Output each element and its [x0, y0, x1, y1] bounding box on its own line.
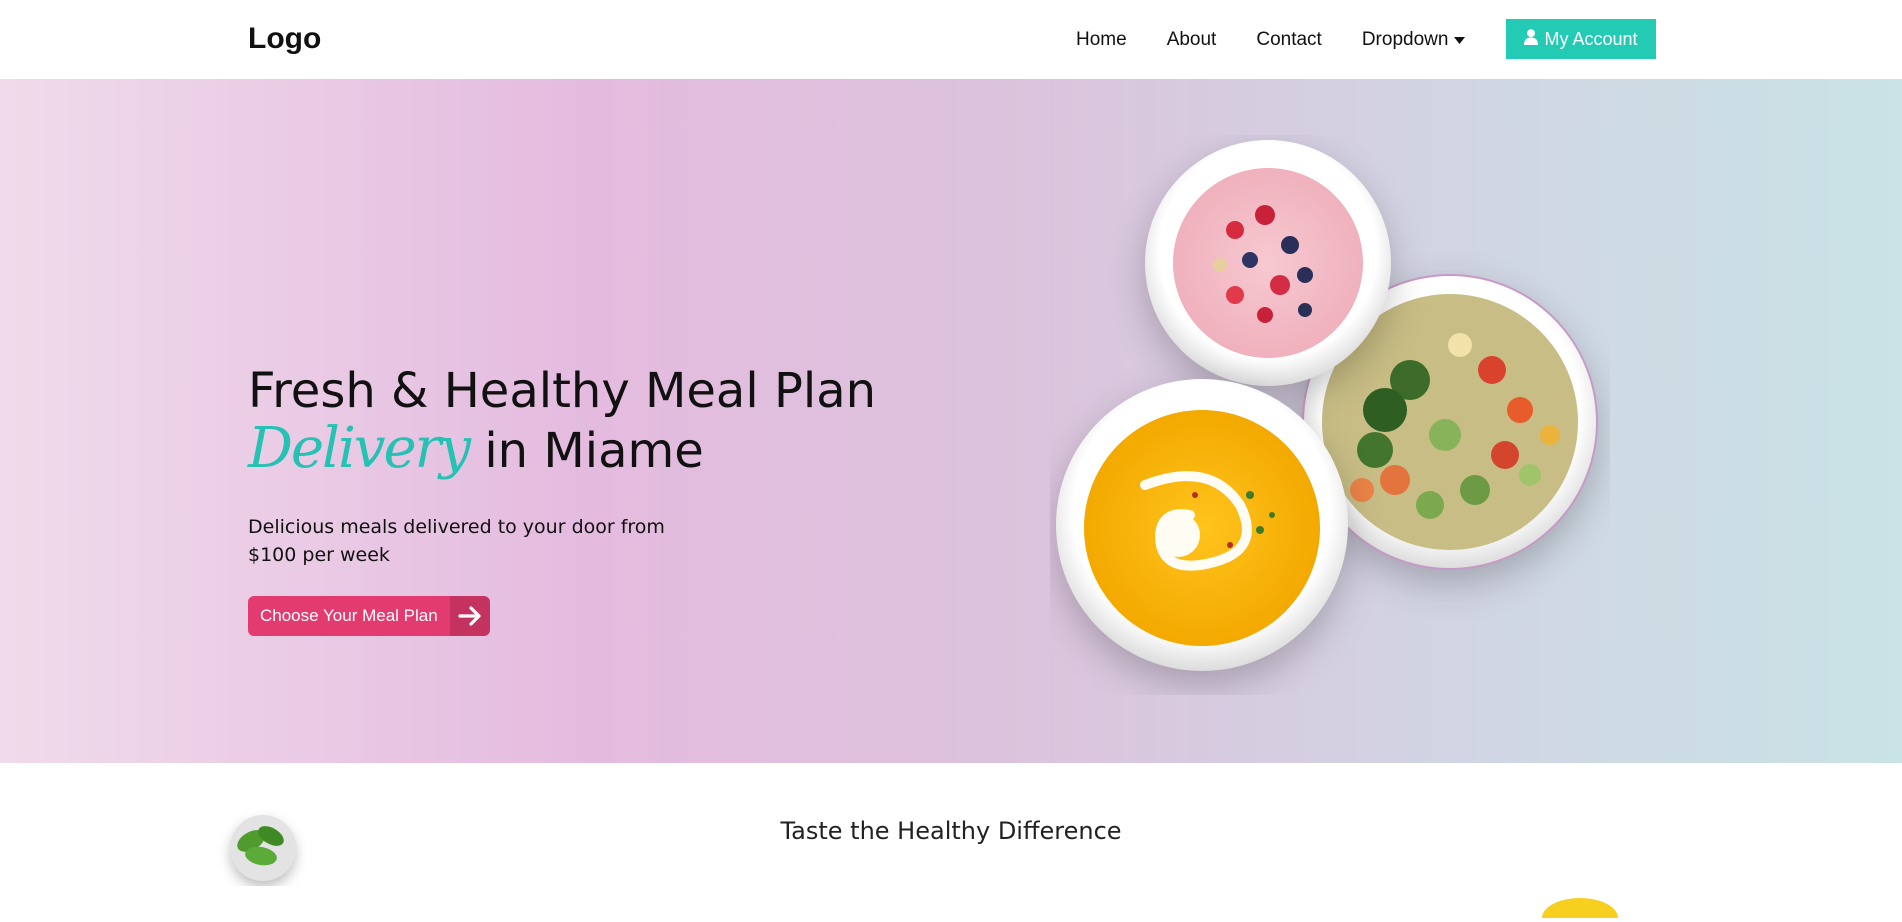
nav-dropdown-label: Dropdown: [1361, 29, 1449, 51]
hero-subtitle: Delicious meals delivered to your door f…: [248, 516, 665, 566]
food-bowls-image: [1056, 140, 1598, 671]
my-account-button[interactable]: My Account: [1506, 19, 1656, 59]
hero-section: Fresh & Healthy Meal Plan Delivery in Mi…: [0, 79, 1902, 763]
hero-title: Fresh & Healthy Meal Plan Delivery in Mi…: [248, 362, 876, 480]
caret-down-icon: [1454, 29, 1466, 51]
top-navbar: Logo Home About Contact Dropdown My Acco…: [0, 0, 1902, 79]
berry-smoothie-bowl: [1145, 140, 1391, 386]
nav-home[interactable]: Home: [1076, 29, 1127, 51]
hero-title-script: Delivery: [248, 416, 471, 481]
hero-title-rest: in Miame: [484, 423, 704, 479]
section-title: Taste the Healthy Difference: [780, 817, 1122, 845]
nav-contact[interactable]: Contact: [1256, 29, 1321, 51]
nav-dropdown[interactable]: Dropdown: [1362, 29, 1466, 51]
choose-meal-plan-button[interactable]: Choose Your Meal Plan: [248, 596, 490, 636]
user-icon: [1524, 28, 1539, 50]
nav-about[interactable]: About: [1167, 29, 1217, 51]
cta-label: Choose Your Meal Plan: [248, 596, 450, 636]
hero-title-line2: Delivery in Miame: [248, 420, 876, 480]
arrow-right-icon: [449, 596, 490, 636]
soup-bowl: [1056, 379, 1348, 671]
logo[interactable]: Logo: [248, 22, 321, 56]
main-nav: Home About Contact Dropdown: [1076, 29, 1466, 51]
hero-title-line1: Fresh & Healthy Meal Plan: [248, 363, 877, 419]
my-account-label: My Account: [1544, 28, 1638, 49]
